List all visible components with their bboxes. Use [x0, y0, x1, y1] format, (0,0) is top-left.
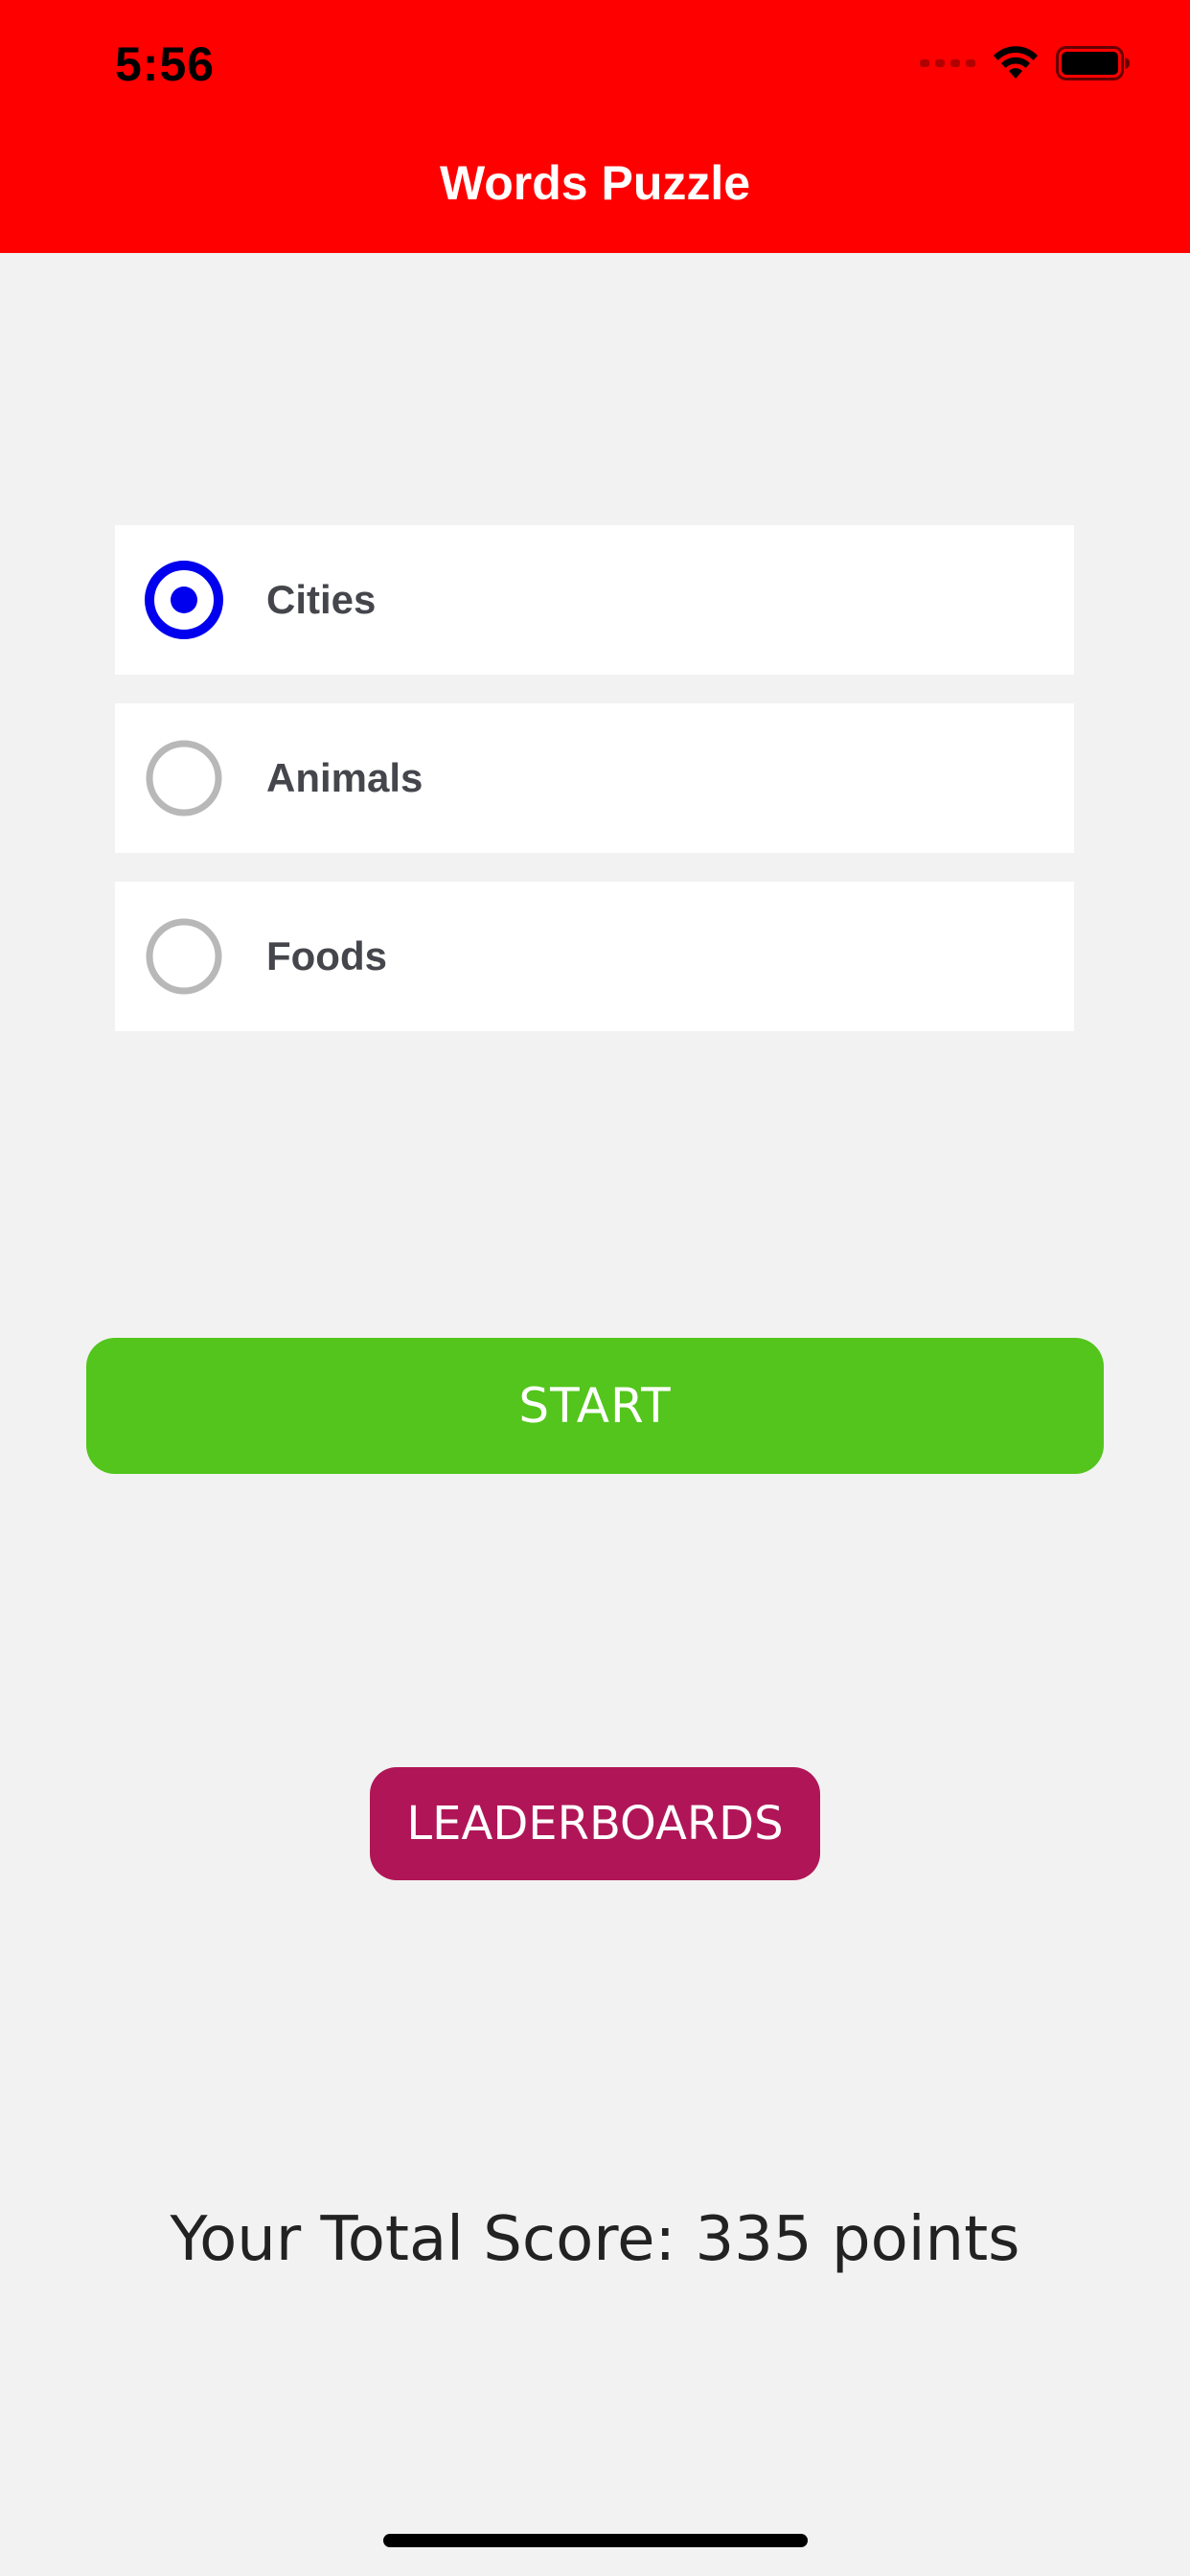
battery-icon	[1056, 46, 1130, 80]
category-label: Animals	[266, 755, 423, 800]
page-title: Words Puzzle	[439, 156, 751, 210]
status-time: 5:56	[115, 37, 216, 91]
category-option-animals[interactable]: Animals	[115, 703, 1074, 853]
cellular-dots-icon	[920, 59, 975, 67]
category-list: Cities Animals Foods	[115, 525, 1074, 1060]
radio-selected-icon[interactable]	[144, 560, 224, 640]
wifi-icon	[994, 46, 1038, 79]
category-label: Foods	[266, 933, 387, 978]
category-label: Cities	[266, 577, 377, 622]
radio-unselected-icon[interactable]	[144, 916, 224, 997]
leaderboards-button[interactable]: LEADERBOARDS	[370, 1767, 820, 1880]
home-indicator[interactable]	[383, 2534, 808, 2547]
start-button[interactable]: START	[86, 1338, 1104, 1474]
category-option-foods[interactable]: Foods	[115, 882, 1074, 1031]
radio-unselected-icon[interactable]	[144, 738, 224, 818]
category-option-cities[interactable]: Cities	[115, 525, 1074, 675]
status-icons	[920, 44, 1131, 82]
header-bar: 5:56 Words Puzzle	[0, 0, 1190, 253]
app-screen: 5:56 Words Puzzle Cities Animals Foods S…	[0, 0, 1190, 2576]
total-score: Your Total Score: 335 points	[170, 2204, 1020, 2275]
